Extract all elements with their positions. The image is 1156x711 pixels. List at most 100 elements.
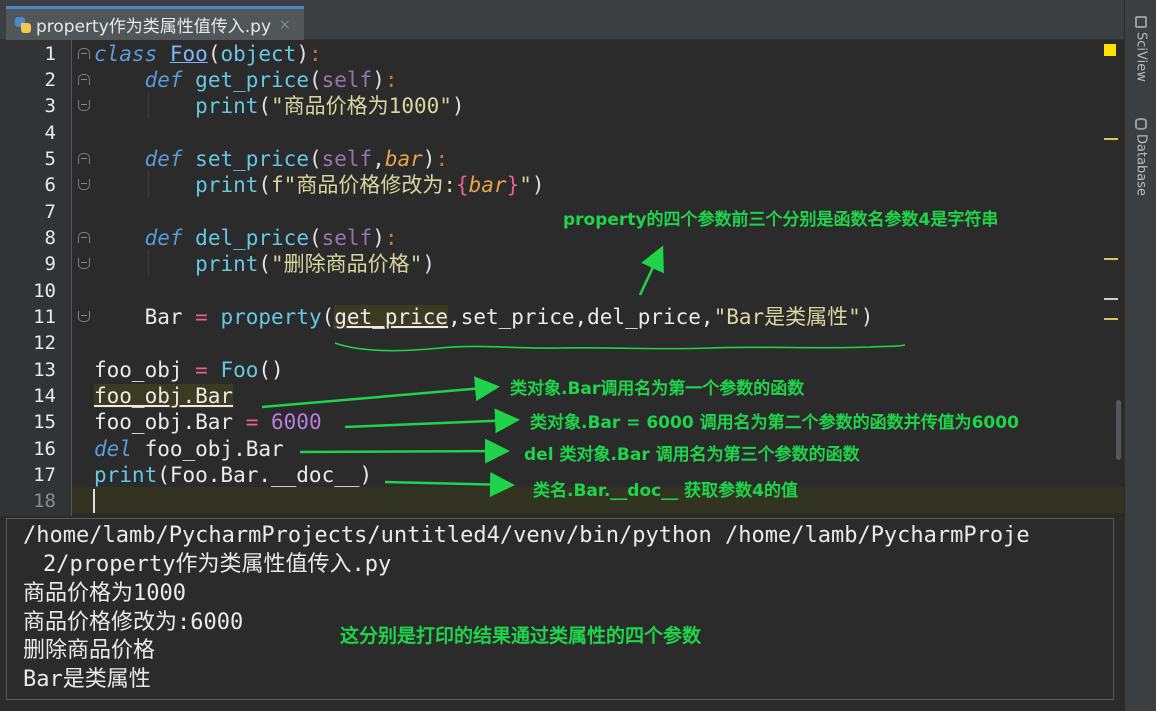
colon: : <box>384 226 398 250</box>
builtin-print: print <box>195 173 259 197</box>
keyword: def <box>144 226 183 250</box>
console-command-line: /home/lamb/PycharmProjects/untitled4/ven… <box>23 523 1030 548</box>
fold-marker-icon[interactable] <box>78 48 90 59</box>
paren: ) <box>531 173 545 197</box>
fold-marker-icon[interactable] <box>78 258 90 269</box>
string-literal: "Bar是类属性" <box>713 305 861 329</box>
keyword: class <box>94 42 158 66</box>
line-number-gutter: 1 2 3 4 5 6 7 8 9 10 11 12 13 14 15 16 1… <box>0 40 72 516</box>
param: bar <box>384 147 423 171</box>
highlighted-expression: foo_obj.Bar <box>94 384 234 408</box>
file-tab[interactable]: property作为类属性值传入.py × <box>6 6 304 40</box>
keyword: del <box>94 437 132 461</box>
call-parens: () <box>258 358 284 382</box>
close-tab-icon[interactable]: × <box>279 17 291 33</box>
colon: : <box>435 147 449 171</box>
fold-marker-icon[interactable] <box>78 100 90 111</box>
line-number: 14 <box>33 385 56 407</box>
arguments: ,set_price,del_price, <box>448 305 714 329</box>
annotation-property-note: property的四个参数前三个分别是函数名参数4是字符串 <box>563 210 999 230</box>
code-line-15: foo_obj.Bar = 6000 <box>94 409 322 435</box>
variable: foo_obj.Bar <box>94 410 246 434</box>
paren: ) <box>422 147 436 171</box>
variable: foo_obj <box>94 358 196 382</box>
paren: ) <box>422 252 435 276</box>
function-name: get_price <box>195 68 309 92</box>
code-line-16: del foo_obj.Bar <box>94 436 284 462</box>
class-reference: Foo <box>207 358 259 382</box>
fold-marker-icon[interactable] <box>78 153 90 164</box>
editor-tab-bar: property作为类属性值传入.py × <box>0 0 1124 40</box>
code-line-3: print("商品价格为1000") <box>94 93 464 119</box>
line-number: 4 <box>44 122 56 144</box>
error-stripe-marker[interactable] <box>1104 258 1118 260</box>
builtin-property: property <box>207 305 322 329</box>
line-number: 10 <box>33 280 56 302</box>
fold-marker-icon[interactable] <box>78 74 90 85</box>
self-param: self <box>321 68 373 92</box>
code-line-1: class Foo(object): <box>94 41 322 67</box>
code-line-2: def get_price(self): <box>94 67 398 93</box>
paren: ( <box>258 94 272 118</box>
sciview-tool-button[interactable]: SciView <box>1125 16 1156 82</box>
line-number: 1 <box>44 43 56 65</box>
number-literal: 6000 <box>258 410 322 434</box>
line-number: 8 <box>44 227 56 249</box>
colon: : <box>308 42 322 66</box>
line-number: 6 <box>44 174 56 196</box>
error-stripe-marker[interactable] <box>1104 318 1118 320</box>
line-number: 13 <box>33 359 56 381</box>
function-name: del_price <box>195 226 309 250</box>
line-number: 9 <box>44 253 56 275</box>
line-number: 12 <box>33 332 56 354</box>
annotation-line15-note: 类对象.Bar = 6000 调用名为第二个参数的函数并传值为6000 <box>530 413 1019 433</box>
sciview-label: SciView <box>1133 32 1149 82</box>
editor-scrollbar[interactable] <box>1116 400 1121 460</box>
code-line-9: print("删除商品价格") <box>94 251 435 277</box>
paren: ( <box>258 252 272 276</box>
error-stripe-marker[interactable] <box>1104 298 1118 300</box>
highlighted-identifier: get_price <box>334 305 449 329</box>
line-number: 17 <box>33 464 56 486</box>
class-name: Foo <box>169 42 208 66</box>
comma: , <box>372 147 385 171</box>
python-file-icon <box>14 16 32 34</box>
self-param: self <box>321 147 373 171</box>
paren: ( <box>308 147 322 171</box>
paren: ) <box>372 68 385 92</box>
paren: ( <box>308 68 322 92</box>
line-number: 18 <box>33 490 56 512</box>
brace: { <box>455 173 469 197</box>
paren: ( <box>207 42 221 66</box>
line-number: 2 <box>44 69 56 91</box>
code-line-14: foo_obj.Bar <box>94 383 234 409</box>
colon: : <box>384 68 398 92</box>
self-param: self <box>321 226 373 250</box>
code-line-8: def del_price(self): <box>94 225 398 251</box>
annotation-line17-note: 类名.Bar.__doc__ 获取参数4的值 <box>533 481 798 501</box>
paren: ) <box>296 42 309 66</box>
file-tab-label: property作为类属性值传入.py <box>36 17 272 37</box>
paren: ) <box>372 226 385 250</box>
error-stripe-marker[interactable] <box>1104 138 1118 140</box>
annotation-console-note: 这分别是打印的结果通过类属性的四个参数 <box>340 625 702 647</box>
database-icon <box>1135 118 1147 130</box>
console-output-line: 删除商品价格 <box>23 638 156 663</box>
operator: = <box>195 305 208 329</box>
database-tool-button[interactable]: Database <box>1125 118 1156 196</box>
paren: ( <box>258 173 272 197</box>
run-console[interactable]: /home/lamb/PycharmProjects/untitled4/ven… <box>0 516 1124 711</box>
expression: foo_obj.Bar <box>131 437 284 461</box>
right-tool-strip: SciView Database <box>1124 0 1156 711</box>
fold-marker-icon[interactable] <box>78 232 90 243</box>
warning-status-icon[interactable] <box>1104 44 1116 56</box>
fstring-var: bar <box>468 173 507 197</box>
expression: (Foo.Bar.__doc__) <box>157 463 373 487</box>
variable: Bar <box>144 305 196 329</box>
string-literal: " <box>519 173 532 197</box>
code-line-13: foo_obj = Foo() <box>94 357 284 383</box>
fold-marker-icon[interactable] <box>78 179 90 190</box>
paren: ( <box>321 305 335 329</box>
line-number: 5 <box>44 148 56 170</box>
fold-marker-icon[interactable] <box>78 311 90 322</box>
